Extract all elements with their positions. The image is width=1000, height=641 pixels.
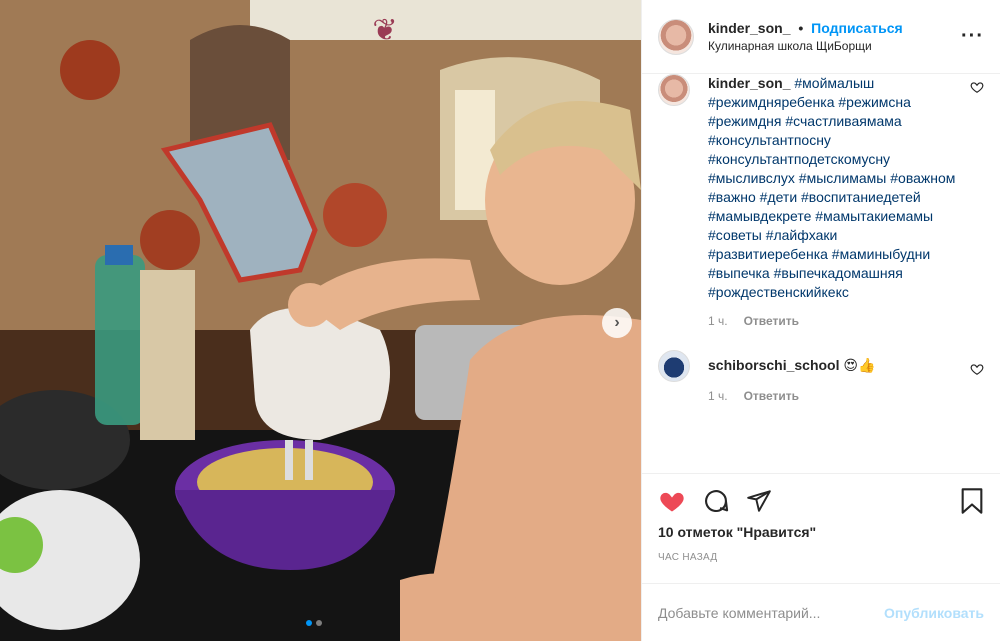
caption-like-heart-icon[interactable] bbox=[970, 80, 984, 94]
follow-button[interactable]: Подписаться bbox=[811, 20, 903, 36]
caption-reply-button[interactable]: Ответить bbox=[744, 314, 799, 328]
post-location[interactable]: Кулинарная школа ЩиБорщи bbox=[708, 39, 961, 53]
comment-item: schiborschi_school 😍👍 1 ч. Ответить bbox=[658, 350, 984, 403]
comment-icon[interactable] bbox=[702, 487, 730, 515]
comments-list: kinder_son_ #моймалыш #режимдняребенка #… bbox=[642, 74, 1000, 473]
caption-avatar[interactable] bbox=[658, 74, 690, 106]
comment-input[interactable]: Добавьте комментарий... bbox=[658, 605, 884, 621]
comment-time: 1 ч. bbox=[708, 389, 728, 403]
post-header: kinder_son_ • Подписаться Кулинарная шко… bbox=[642, 0, 1000, 74]
post-photo[interactable]: ❦ › bbox=[0, 0, 641, 641]
caption-body: kinder_son_ #моймалыш #режимдняребенка #… bbox=[708, 74, 984, 328]
likes-count[interactable]: 10 отметок "Нравится" bbox=[658, 524, 984, 540]
action-icons bbox=[658, 484, 984, 518]
comment-emoji: 😍👍 bbox=[843, 357, 876, 373]
bookmark-icon[interactable] bbox=[960, 487, 984, 515]
photo-illustration: ❦ bbox=[0, 0, 641, 641]
carousel-dot-1 bbox=[306, 620, 312, 626]
author-username[interactable]: kinder_son_ bbox=[708, 20, 790, 36]
header-text: kinder_son_ • Подписаться Кулинарная шко… bbox=[708, 20, 961, 53]
post-time-ago: час назад bbox=[658, 552, 718, 563]
more-horizontal-icon[interactable]: ··· bbox=[961, 25, 984, 48]
commenter-username[interactable]: schiborschi_school bbox=[708, 357, 839, 373]
author-avatar[interactable] bbox=[658, 18, 694, 55]
carousel-next-button[interactable]: › bbox=[602, 308, 632, 338]
instagram-post: ❦ › kinder_son_ • Подписаться Кулинарная… bbox=[0, 0, 1000, 641]
comment-like-heart-icon[interactable] bbox=[970, 362, 984, 376]
share-send-icon[interactable] bbox=[746, 488, 772, 514]
header-row: kinder_son_ • Подписаться bbox=[708, 20, 961, 36]
caption-time: 1 ч. bbox=[708, 314, 728, 328]
comment-text: schiborschi_school 😍👍 bbox=[708, 356, 958, 375]
caption-hashtags[interactable]: #моймалыш #режимдняребенка #режимсна #ре… bbox=[708, 75, 955, 300]
add-comment-bar: Добавьте комментарий... Опубликовать bbox=[642, 583, 1000, 641]
commenter-avatar[interactable] bbox=[658, 350, 690, 382]
comment-reply-button[interactable]: Ответить bbox=[744, 389, 799, 403]
like-heart-icon[interactable] bbox=[658, 487, 686, 515]
caption-comment: kinder_son_ #моймалыш #режимдняребенка #… bbox=[658, 74, 984, 328]
carousel-indicator bbox=[306, 620, 322, 626]
caption-username[interactable]: kinder_son_ bbox=[708, 75, 790, 91]
caption-text: kinder_son_ #моймалыш #режимдняребенка #… bbox=[708, 74, 958, 302]
caption-meta: 1 ч. Ответить bbox=[708, 314, 958, 328]
carousel-dot-2 bbox=[316, 620, 322, 626]
svg-text:❦: ❦ bbox=[372, 13, 397, 48]
publish-comment-button[interactable]: Опубликовать bbox=[884, 605, 984, 621]
post-sidebar: kinder_son_ • Подписаться Кулинарная шко… bbox=[641, 0, 1000, 641]
comment-body: schiborschi_school 😍👍 1 ч. Ответить bbox=[708, 350, 984, 403]
separator-dot: • bbox=[798, 20, 804, 36]
comment-meta: 1 ч. Ответить bbox=[708, 389, 958, 403]
